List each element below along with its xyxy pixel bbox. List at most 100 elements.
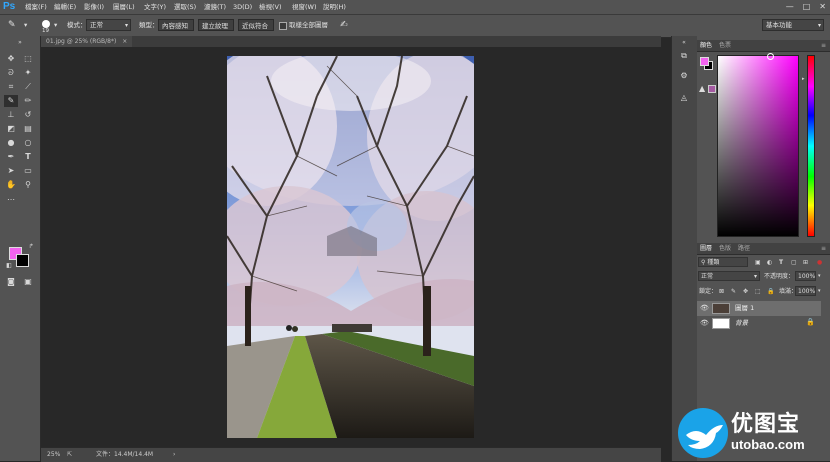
mode-select[interactable]: 正常 ▾ xyxy=(86,19,131,31)
path-selection-tool-icon[interactable]: ➤ xyxy=(4,165,18,177)
layer-row[interactable]: 👁 背景 🔒 xyxy=(697,316,821,331)
panel-icon-strip: « ⧉ ⚙ ◬ xyxy=(671,36,698,461)
pressure-brush-icon[interactable]: ✍ xyxy=(340,19,348,31)
swap-colors-icon[interactable]: ↱ xyxy=(24,241,38,253)
create-texture-button[interactable]: 建立紋理 xyxy=(198,19,234,31)
lock-artboard-icon[interactable]: ⬚ xyxy=(755,286,761,297)
blur-tool-icon[interactable]: ● xyxy=(4,137,18,149)
collapse-panels-icon[interactable]: « xyxy=(677,37,691,49)
brush-tool-icon[interactable]: ✏ xyxy=(21,95,35,107)
menu-view[interactable]: 檢視(V) xyxy=(259,0,282,14)
shape-tool-icon[interactable]: ▭ xyxy=(21,165,35,177)
filter-toggle-icon[interactable]: ● xyxy=(817,257,822,268)
default-colors-icon[interactable]: ◧ xyxy=(2,260,16,272)
magic-wand-tool-icon[interactable]: ✦ xyxy=(21,67,35,79)
history-brush-tool-icon[interactable]: ↺ xyxy=(21,109,35,121)
opacity-input[interactable]: 100% xyxy=(795,271,816,281)
minimize-button[interactable]: — xyxy=(786,2,794,11)
filter-pixel-icon[interactable]: ▣ xyxy=(755,257,761,268)
blend-mode-select[interactable]: 正常 ▾ xyxy=(698,271,760,281)
tab-channels[interactable]: 色版 xyxy=(719,243,731,254)
color-picker-field[interactable] xyxy=(717,55,799,237)
layer-name[interactable]: 圖層 1 xyxy=(735,301,754,316)
history-icon[interactable]: ⧉ xyxy=(678,50,690,62)
hand-tool-icon[interactable]: ✋ xyxy=(4,179,18,191)
proximity-match-button[interactable]: 近似符合 xyxy=(238,19,274,31)
content-aware-button[interactable]: 內容感知 xyxy=(158,19,194,31)
type-tool-icon[interactable]: T xyxy=(21,151,35,163)
eraser-tool-icon[interactable]: ◩ xyxy=(4,123,18,135)
adjustments-icon[interactable]: ◬ xyxy=(678,92,690,104)
menu-3d[interactable]: 3D(D) xyxy=(233,0,252,14)
color-picker-ring[interactable] xyxy=(767,53,774,60)
move-tool-icon[interactable]: ✥ xyxy=(4,53,18,65)
menu-edit[interactable]: 編輯(E) xyxy=(54,0,76,14)
menu-help[interactable]: 說明(H) xyxy=(323,0,346,14)
filter-type-icon[interactable]: T xyxy=(779,257,783,268)
workspace-select[interactable]: 基本功能 ▾ xyxy=(762,19,824,31)
menu-type[interactable]: 文字(Y) xyxy=(144,0,166,14)
maximize-button[interactable]: □ xyxy=(803,2,811,11)
dodge-tool-icon[interactable]: ○ xyxy=(21,137,35,149)
close-button[interactable]: ✕ xyxy=(819,2,826,11)
tab-color[interactable]: 顏色 xyxy=(700,40,712,51)
menu-layer[interactable]: 圖層(L) xyxy=(113,0,135,14)
eye-icon[interactable]: 👁 xyxy=(700,304,709,312)
layer-name[interactable]: 背景 xyxy=(735,316,748,331)
filter-smart-object-icon[interactable]: ⊞ xyxy=(803,257,808,268)
lasso-tool-icon[interactable]: ᘐ xyxy=(4,67,18,79)
crop-tool-icon[interactable]: ⌗ xyxy=(4,81,18,93)
menu-select[interactable]: 選取(S) xyxy=(174,0,196,14)
zoom-tool-icon[interactable]: ⚲ xyxy=(21,179,35,191)
brush-picker-chevron-icon[interactable]: ▾ xyxy=(54,19,57,31)
layer-row[interactable]: 👁 圖層 1 xyxy=(697,301,821,316)
status-arrow[interactable]: › xyxy=(173,448,175,462)
quick-mask-icon[interactable]: ◙ xyxy=(4,276,18,288)
filter-adjustment-icon[interactable]: ◐ xyxy=(767,257,772,268)
lock-position-icon[interactable]: ✥ xyxy=(743,286,748,297)
gradient-tool-icon[interactable]: ▤ xyxy=(21,123,35,135)
filter-shape-icon[interactable]: ▢ xyxy=(791,257,797,268)
eyedropper-tool-icon[interactable]: ⟋ xyxy=(21,81,35,93)
sample-all-layers-checkbox[interactable] xyxy=(279,22,287,30)
right-panel-dock: 顏色 色票 ≡ ▲ ▸ 圖層 色版 路徑 ≡ ⚲ 種類 ▣ ◐ T ▢ ⊞ ● … xyxy=(697,36,830,461)
chevron-down-icon[interactable]: ▾ xyxy=(818,271,821,282)
background-color-swatch[interactable] xyxy=(16,254,29,267)
screen-mode-icon[interactable]: ▣ xyxy=(21,276,35,288)
menu-filter[interactable]: 濾鏡(T) xyxy=(204,0,226,14)
menu-window[interactable]: 視窗(W) xyxy=(292,0,317,14)
tab-layers[interactable]: 圖層 xyxy=(700,243,712,254)
zoom-level[interactable]: 25% xyxy=(47,448,60,462)
clone-stamp-tool-icon[interactable]: ⊥ xyxy=(4,109,18,121)
marquee-tool-icon[interactable]: ⬚ xyxy=(21,53,35,65)
document-tab[interactable]: 01.jpg @ 25% (RGB/8*) × xyxy=(41,36,133,47)
panel-menu-icon[interactable]: ≡ xyxy=(821,40,826,51)
properties-icon[interactable]: ⚙ xyxy=(678,70,690,82)
lock-all-icon[interactable]: 🔒 xyxy=(767,286,774,297)
share-icon[interactable]: ⇱ xyxy=(67,448,72,462)
layer-filter-select[interactable]: ⚲ 種類 xyxy=(698,257,748,267)
close-icon[interactable]: × xyxy=(122,38,127,45)
lock-image-icon[interactable]: ✎ xyxy=(731,286,736,297)
gamut-warning-icon[interactable]: ▲ xyxy=(699,84,705,93)
tool-preset-chevron-icon[interactable]: ▾ xyxy=(24,19,27,31)
gamut-correction-swatch[interactable] xyxy=(708,85,716,93)
tab-swatches[interactable]: 色票 xyxy=(719,40,731,51)
document-tab-title: 01.jpg @ 25% (RGB/8*) xyxy=(46,38,117,45)
menu-file[interactable]: 檔案(F) xyxy=(25,0,47,14)
lock-transparent-icon[interactable]: ⊠ xyxy=(719,286,724,297)
cherry-blossom-photo[interactable] xyxy=(227,56,474,438)
panel-menu-icon[interactable]: ≡ xyxy=(821,243,826,254)
menu-image[interactable]: 影像(I) xyxy=(84,0,104,14)
healing-brush-tool-icon[interactable]: ✎ xyxy=(4,95,18,107)
hue-slider[interactable] xyxy=(807,55,815,237)
eye-icon[interactable]: 👁 xyxy=(700,319,709,327)
chevron-down-icon[interactable]: ▾ xyxy=(818,286,821,297)
collapse-toolbar-icon[interactable]: » xyxy=(13,37,27,49)
more-tools-icon[interactable]: ⋯ xyxy=(4,194,18,206)
healing-brush-icon[interactable]: ✎ xyxy=(8,19,16,31)
pen-tool-icon[interactable]: ✒ xyxy=(4,151,18,163)
fill-input[interactable]: 100% xyxy=(795,286,816,296)
color-panel-foreground-swatch[interactable] xyxy=(700,57,709,66)
tab-paths[interactable]: 路徑 xyxy=(738,243,750,254)
